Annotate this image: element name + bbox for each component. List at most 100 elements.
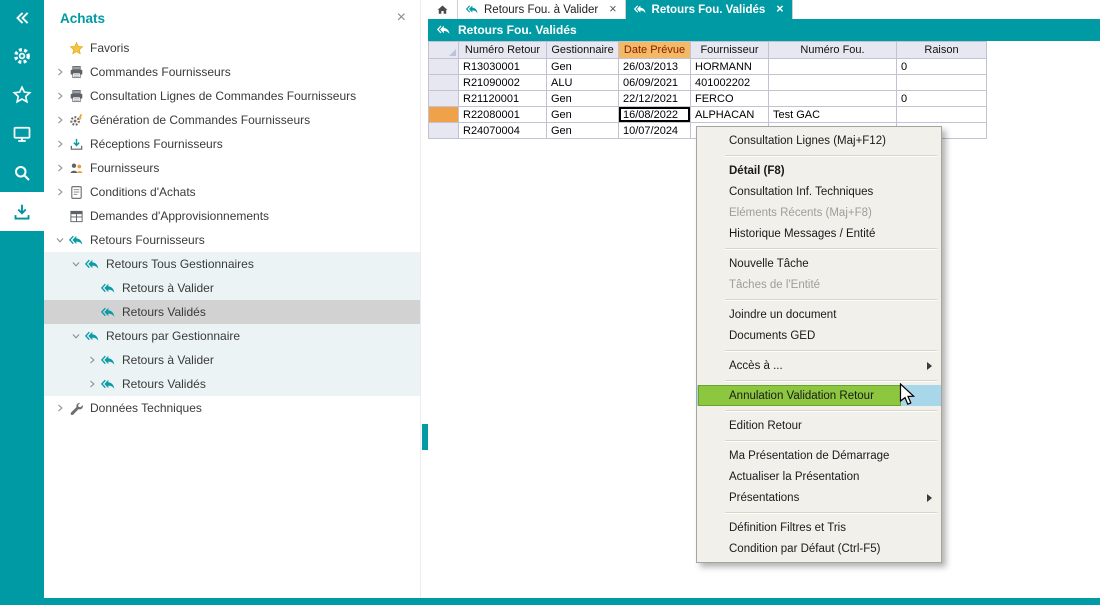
chevron-down-icon[interactable]: [68, 256, 84, 272]
cell-gestionnaire[interactable]: Gen: [547, 123, 619, 139]
nav-item-retours-a-valider[interactable]: Retours à Valider: [44, 276, 420, 300]
scrollbar-thumb[interactable]: [422, 424, 428, 450]
cell-gestionnaire[interactable]: ALU: [547, 75, 619, 91]
cell-fournisseur[interactable]: HORMANN: [691, 59, 769, 75]
cell-raison[interactable]: [897, 107, 987, 123]
favorites-star-icon[interactable]: [0, 75, 44, 114]
row-selector-cell-current[interactable]: [429, 107, 459, 123]
nav-item-generation-commandes[interactable]: Génération de Commandes Fournisseurs: [44, 108, 420, 132]
menu-item-detail[interactable]: Détail (F8): [697, 160, 941, 181]
column-header-raison[interactable]: Raison: [897, 42, 987, 59]
panel-splitter[interactable]: [420, 0, 428, 598]
cell-numero-fou[interactable]: [769, 91, 897, 107]
chevron-right-icon[interactable]: [52, 88, 68, 104]
cell-numero-fou[interactable]: [769, 75, 897, 91]
receptions-download-icon[interactable]: [0, 192, 44, 231]
nav-item-commandes-fournisseurs[interactable]: Commandes Fournisseurs: [44, 60, 420, 84]
menu-item-joindre-un-document[interactable]: Joindre un document: [697, 304, 941, 325]
menu-item-actualiser-la-presentation[interactable]: Actualiser la Présentation: [697, 466, 941, 487]
nav-item-consultation-lignes-commandes[interactable]: Consultation Lignes de Commandes Fournis…: [44, 84, 420, 108]
nav-item-conditions-achats[interactable]: Conditions d'Achats: [44, 180, 420, 204]
cell-gestionnaire[interactable]: Gen: [547, 107, 619, 123]
search-icon[interactable]: [0, 153, 44, 192]
tab-home[interactable]: [428, 0, 458, 19]
chevron-down-icon[interactable]: [68, 328, 84, 344]
cell-numero-retour[interactable]: R22080001: [459, 107, 547, 123]
close-icon[interactable]: ×: [776, 3, 783, 16]
cell-date-prevue-selected[interactable]: 16/08/2022: [619, 107, 691, 123]
chevron-right-icon[interactable]: [52, 160, 68, 176]
cell-numero-retour[interactable]: R21120001: [459, 91, 547, 107]
cell-date-prevue[interactable]: 10/07/2024: [619, 123, 691, 139]
row-selector-cell[interactable]: [429, 75, 459, 91]
cell-numero-fou[interactable]: Test GAC: [769, 107, 897, 123]
column-header-gestionnaire[interactable]: Gestionnaire: [547, 42, 619, 59]
chevron-down-icon[interactable]: [52, 232, 68, 248]
nav-item-retours-a-valider-2[interactable]: Retours à Valider: [44, 348, 420, 372]
nav-item-retours-valides[interactable]: Retours Validés: [44, 300, 420, 324]
menu-item-documents-ged[interactable]: Documents GED: [697, 325, 941, 346]
menu-item-consultation-inf-techniques[interactable]: Consultation Inf. Techniques: [697, 181, 941, 202]
nav-item-demandes-approvisionnements[interactable]: Demandes d'Approvisionnements: [44, 204, 420, 228]
collapse-panel-icon[interactable]: [0, 0, 44, 36]
table-row[interactable]: R21120001 Gen 22/12/2021 FERCO 0: [429, 91, 987, 107]
nav-item-retours-par-gestionnaire[interactable]: Retours par Gestionnaire: [44, 324, 420, 348]
cell-numero-fou[interactable]: [769, 59, 897, 75]
cell-numero-retour[interactable]: R21090002: [459, 75, 547, 91]
cell-numero-retour[interactable]: R24070004: [459, 123, 547, 139]
menu-item-presentations[interactable]: Présentations: [697, 487, 941, 508]
nav-item-donnees-techniques[interactable]: Données Techniques: [44, 396, 420, 420]
chevron-right-icon[interactable]: [52, 184, 68, 200]
row-selector-header[interactable]: [429, 42, 459, 59]
nav-item-retours-valides-2[interactable]: Retours Validés: [44, 372, 420, 396]
menu-item-ma-presentation-de-demarrage[interactable]: Ma Présentation de Démarrage: [697, 445, 941, 466]
cell-raison[interactable]: 0: [897, 91, 987, 107]
chevron-right-icon[interactable]: [52, 400, 68, 416]
close-icon[interactable]: ×: [397, 10, 406, 26]
cell-fournisseur[interactable]: 401002202: [691, 75, 769, 91]
cell-gestionnaire[interactable]: Gen: [547, 91, 619, 107]
people-icon: [68, 160, 84, 176]
tab-retours-fou-a-valider[interactable]: Retours Fou. à Valider ×: [458, 0, 626, 19]
chevron-right-icon[interactable]: [52, 64, 68, 80]
settings-gear-icon[interactable]: [0, 36, 44, 75]
nav-item-receptions-fournisseurs[interactable]: Réceptions Fournisseurs: [44, 132, 420, 156]
row-selector-cell[interactable]: [429, 59, 459, 75]
cell-date-prevue[interactable]: 22/12/2021: [619, 91, 691, 107]
row-selector-cell[interactable]: [429, 123, 459, 139]
table-row-current[interactable]: R22080001 Gen 16/08/2022 ALPHACAN Test G…: [429, 107, 987, 123]
chevron-right-icon[interactable]: [84, 352, 100, 368]
row-selector-cell[interactable]: [429, 91, 459, 107]
menu-item-definition-filtres-et-tris[interactable]: Définition Filtres et Tris: [697, 517, 941, 538]
cell-fournisseur[interactable]: ALPHACAN: [691, 107, 769, 123]
menu-item-nouvelle-tache[interactable]: Nouvelle Tâche: [697, 253, 941, 274]
cell-numero-retour[interactable]: R13030001: [459, 59, 547, 75]
tab-retours-fou-valides[interactable]: Retours Fou. Validés ×: [626, 0, 793, 19]
menu-item-historique-messages-entite[interactable]: Historique Messages / Entité: [697, 223, 941, 244]
monitor-icon[interactable]: [0, 114, 44, 153]
cell-raison[interactable]: 0: [897, 59, 987, 75]
column-header-date-prevue[interactable]: Date Prévue: [619, 42, 691, 59]
column-header-numero-retour[interactable]: Numéro Retour: [459, 42, 547, 59]
column-header-numero-fou[interactable]: Numéro Fou.: [769, 42, 897, 59]
cell-raison[interactable]: [897, 75, 987, 91]
cell-date-prevue[interactable]: 26/03/2013: [619, 59, 691, 75]
nav-item-favoris[interactable]: Favoris: [44, 36, 420, 60]
menu-item-consultation-lignes[interactable]: Consultation Lignes (Maj+F12): [697, 130, 941, 151]
table-row[interactable]: R21090002 ALU 06/09/2021 401002202: [429, 75, 987, 91]
close-icon[interactable]: ×: [609, 3, 616, 16]
table-row[interactable]: R13030001 Gen 26/03/2013 HORMANN 0: [429, 59, 987, 75]
nav-item-fournisseurs[interactable]: Fournisseurs: [44, 156, 420, 180]
nav-item-retours-fournisseurs[interactable]: Retours Fournisseurs: [44, 228, 420, 252]
menu-item-acces-a[interactable]: Accès à ...: [697, 355, 941, 376]
cell-date-prevue[interactable]: 06/09/2021: [619, 75, 691, 91]
cell-gestionnaire[interactable]: Gen: [547, 59, 619, 75]
cell-fournisseur[interactable]: FERCO: [691, 91, 769, 107]
menu-item-edition-retour[interactable]: Edition Retour: [697, 415, 941, 436]
chevron-right-icon[interactable]: [52, 136, 68, 152]
nav-item-retours-tous-gestionnaires[interactable]: Retours Tous Gestionnaires: [44, 252, 420, 276]
chevron-right-icon[interactable]: [84, 376, 100, 392]
chevron-right-icon[interactable]: [52, 112, 68, 128]
menu-item-condition-par-defaut[interactable]: Condition par Défaut (Ctrl-F5): [697, 538, 941, 559]
column-header-fournisseur[interactable]: Fournisseur: [691, 42, 769, 59]
